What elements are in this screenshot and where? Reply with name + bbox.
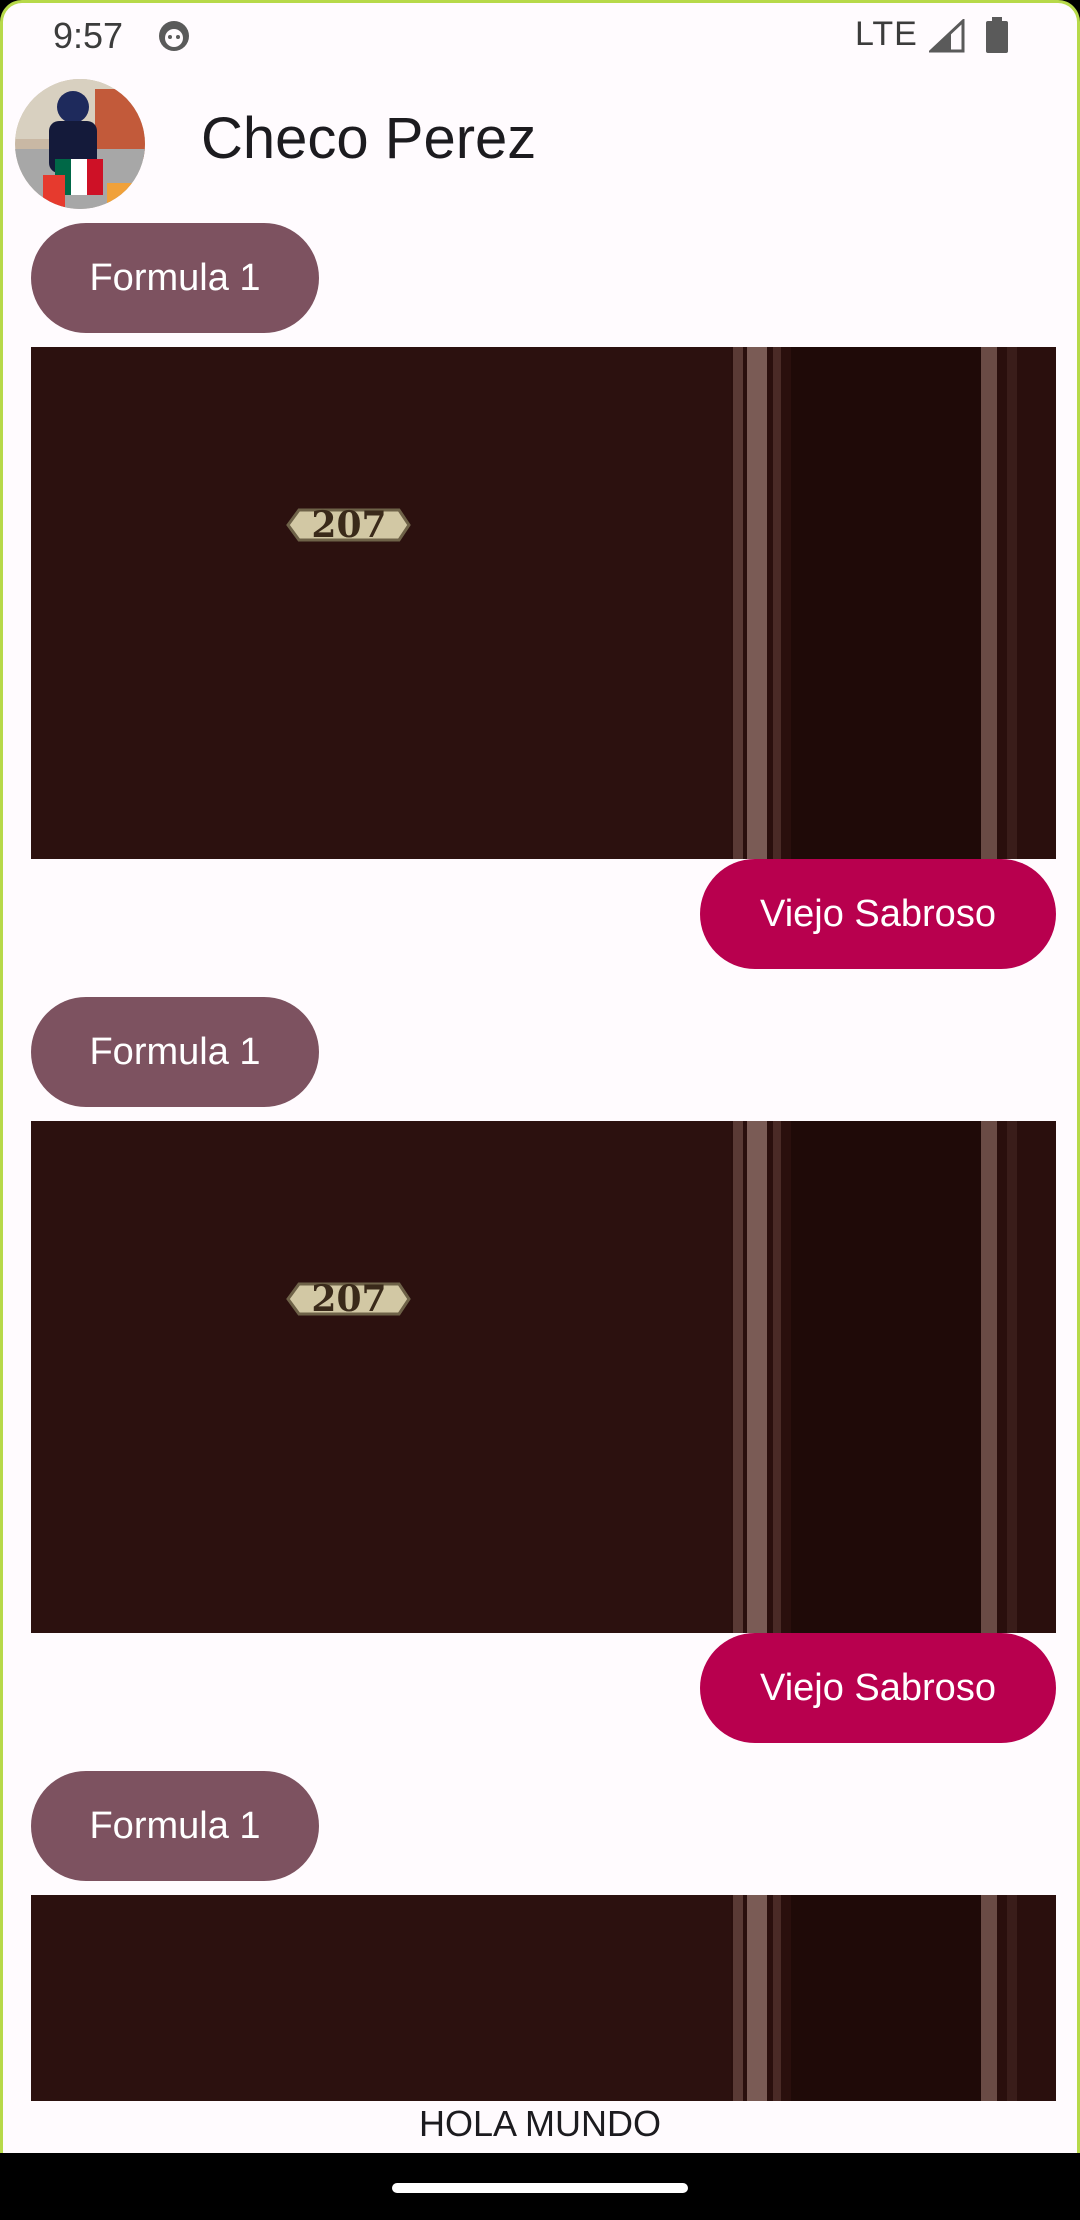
profile-avatar[interactable] bbox=[15, 79, 145, 209]
category-chip[interactable]: Formula 1 bbox=[31, 1771, 319, 1881]
post-image[interactable]: 207 bbox=[31, 347, 1056, 859]
signal-icon bbox=[929, 19, 965, 53]
room-number-label: 207 bbox=[311, 1278, 386, 1320]
status-network: LTE bbox=[855, 15, 918, 53]
driver-photo bbox=[15, 79, 145, 209]
author-chip[interactable]: Viejo Sabroso bbox=[700, 1633, 1056, 1743]
android-face-icon bbox=[159, 21, 189, 51]
app-screen: 9:57 LTE Checo Perez Formula 1 207 Viejo… bbox=[0, 0, 1080, 2153]
category-chip[interactable]: Formula 1 bbox=[31, 223, 319, 333]
author-chip[interactable]: Viejo Sabroso bbox=[700, 859, 1056, 969]
post-image[interactable] bbox=[31, 1895, 1056, 2101]
status-bar: 9:57 LTE bbox=[3, 3, 1077, 69]
footer-text: HOLA MUNDO bbox=[418, 2103, 662, 2144]
post-image[interactable]: 207 bbox=[31, 1121, 1056, 1633]
system-nav-bar bbox=[0, 2153, 1080, 2220]
home-gesture-handle[interactable] bbox=[392, 2183, 688, 2193]
battery-icon bbox=[986, 17, 1008, 53]
category-chip[interactable]: Formula 1 bbox=[31, 997, 319, 1107]
status-time: 9:57 bbox=[53, 15, 124, 56]
room-number-label: 207 bbox=[311, 504, 386, 546]
profile-name: Checo Perez bbox=[201, 106, 537, 171]
